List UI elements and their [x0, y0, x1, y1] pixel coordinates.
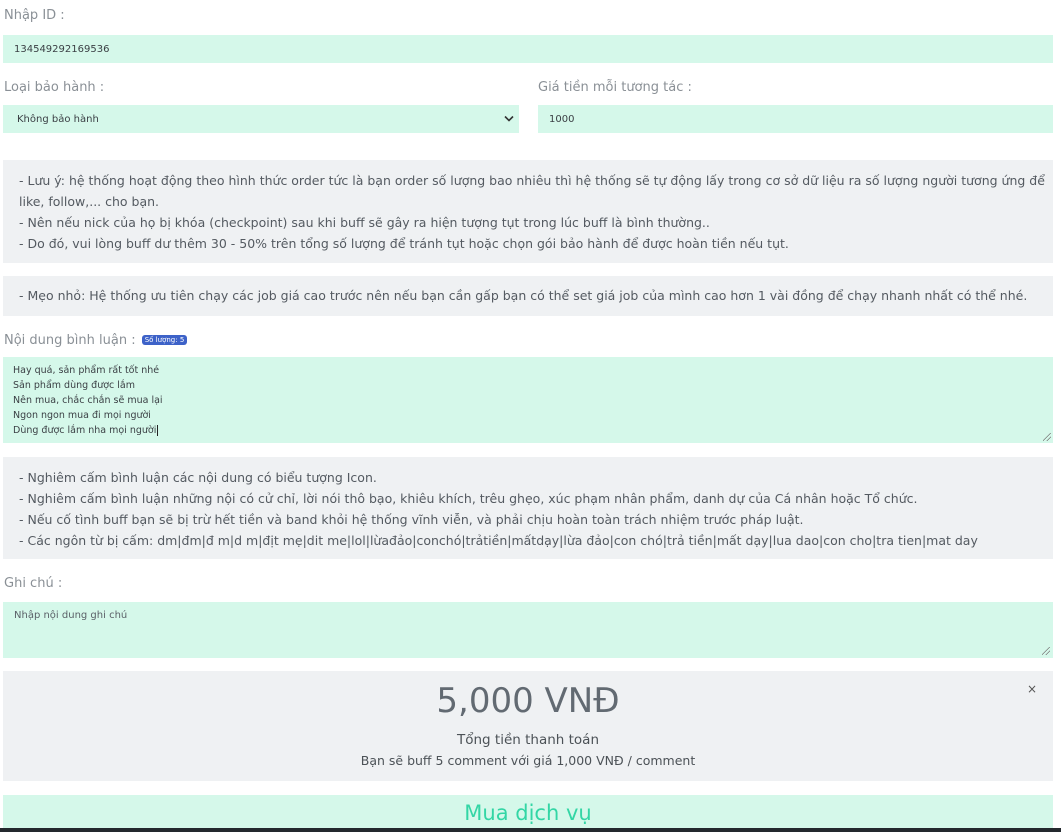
- note-label: Ghi chú :: [4, 576, 63, 591]
- comment-count-badge: Số lượng: 5: [141, 334, 188, 345]
- rule-line: - Nghiêm cấm bình luận các nội dung có b…: [19, 470, 377, 485]
- comment-line: Ngon ngon mua đi mọi người: [13, 410, 151, 421]
- rule-line: - Các ngôn từ bị cấm: dm|đm|đ m|d m|địt …: [19, 533, 978, 548]
- warranty-label: Loại bảo hành :: [4, 80, 105, 95]
- total-amount: 5,000 VNĐ: [436, 681, 620, 721]
- warranty-select[interactable]: Không bảo hành: [3, 105, 519, 133]
- comment-line: Nên mua, chắc chắn sẽ mua lại: [13, 395, 163, 406]
- comments-label: Nội dung bình luận : Số lượng: 5: [4, 333, 188, 348]
- comment-line: Sản phẩm dùng được lắm: [13, 380, 135, 391]
- note-textarea[interactable]: Nhập nội dung ghi chú: [3, 602, 1053, 658]
- rules-notice: - Nghiêm cấm bình luận các nội dung có b…: [3, 457, 1053, 559]
- notice-line: - Nên nếu nick của họ bị khóa (checkpoin…: [19, 215, 710, 230]
- notice-line: - Lưu ý: hệ thống hoạt động theo hình th…: [19, 173, 1045, 188]
- warranty-selected-value: Không bảo hành: [17, 113, 99, 125]
- tip-notice: - Mẹo nhỏ: Hệ thống ưu tiên chạy các job…: [3, 276, 1053, 316]
- total-panel: × 5,000 VNĐ Tổng tiền thanh toán Bạn sẽ …: [3, 671, 1053, 781]
- rule-line: - Nghiêm cấm bình luận những nội có cử c…: [19, 491, 918, 506]
- chevron-down-icon: [504, 113, 514, 126]
- id-label: Nhập ID :: [4, 8, 65, 23]
- comment-line: Dùng được lắm nha mọi người: [13, 423, 1043, 438]
- buy-service-button[interactable]: Mua dịch vụ: [3, 795, 1053, 832]
- notice-line: like, follow,... cho bạn.: [19, 194, 160, 209]
- text-cursor: [157, 425, 159, 436]
- total-detail: Bạn sẽ buff 5 comment với giá 1,000 VNĐ …: [360, 753, 696, 768]
- comments-label-text: Nội dung bình luận :: [4, 333, 136, 348]
- price-label: Giá tiền mỗi tương tác :: [538, 80, 692, 95]
- tip-text: - Mẹo nhỏ: Hệ thống ưu tiên chạy các job…: [19, 288, 1028, 303]
- id-input[interactable]: 134549292169536: [3, 35, 1053, 63]
- price-input[interactable]: 1000: [538, 105, 1053, 133]
- note-placeholder: Nhập nội dung ghi chú: [14, 610, 128, 621]
- comment-line: Hay quá, sản phẩm rất tốt nhé: [13, 365, 160, 376]
- comments-textarea[interactable]: Hay quá, sản phẩm rất tốt nhé Sản phẩm d…: [3, 357, 1053, 443]
- resize-handle[interactable]: [1043, 433, 1051, 441]
- bottom-bar: [0, 828, 1061, 832]
- order-notice: - Lưu ý: hệ thống hoạt động theo hình th…: [3, 160, 1053, 263]
- rule-line: - Nếu cố tình buff bạn sẽ bị trừ hết tiề…: [19, 512, 804, 527]
- notice-line: - Do đó, vui lòng buff dư thêm 30 - 50% …: [19, 236, 789, 251]
- total-caption: Tổng tiền thanh toán: [456, 732, 600, 748]
- resize-handle[interactable]: [1042, 647, 1050, 655]
- comment-line-text: Dùng được lắm nha mọi người: [13, 425, 157, 436]
